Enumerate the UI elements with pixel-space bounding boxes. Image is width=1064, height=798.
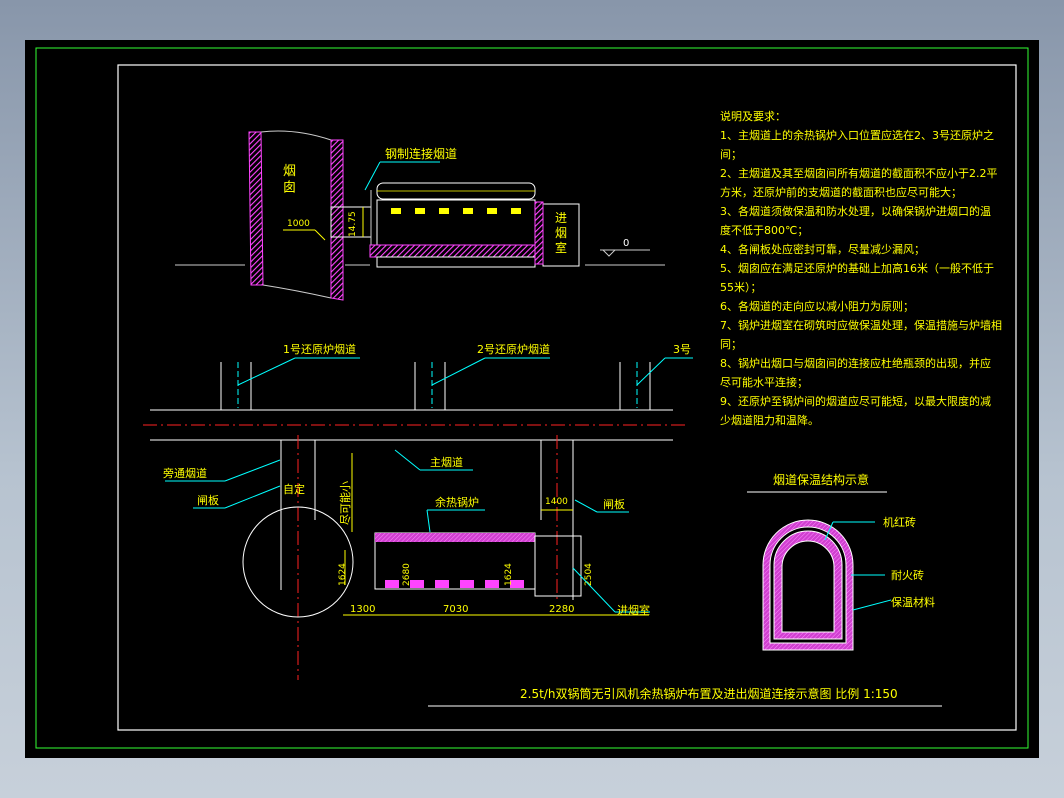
note-line: 9、还原炉至锅炉间的烟道应尽可能短，以最大限度的减 (720, 394, 991, 408)
height-dim: 14.75 (348, 211, 358, 237)
drawing-canvas: 烟囱 进烟室 14.75 1000 钢制连接烟道 0 尽可能小 1624 268… (35, 47, 1029, 749)
note-line: 55米）； (720, 281, 762, 294)
note-line: 8、锅炉出烟口与烟囱间的连接应杜绝瓶颈的出现，并应 (720, 356, 991, 370)
dim-7030: 7030 (443, 604, 468, 615)
flue1-label: 1号还原炉烟道 (283, 342, 356, 356)
cad-viewport[interactable]: 烟囱 进烟室 14.75 1000 钢制连接烟道 0 尽可能小 1624 268… (25, 40, 1039, 758)
bypass-flue-label: 旁通烟道 (163, 466, 207, 480)
note-line: 方米，还原炉前的支烟道的截面积也应尽可能大； (720, 185, 962, 199)
dim-2280: 2280 (549, 604, 574, 615)
elevation-view: 烟囱 进烟室 14.75 1000 钢制连接烟道 0 (175, 130, 665, 301)
dim-1000: 1000 (287, 219, 310, 229)
plan-view: 尽可能小 1624 2680 1624 2504 1400 1300 7030 … (143, 342, 693, 680)
flue2-label: 2号还原炉烟道 (477, 342, 550, 356)
note-line: 间； (720, 148, 742, 161)
note-line: 1、主烟道上的余热锅炉入口位置应选在2、3号还原炉之 (720, 128, 994, 142)
main-flue-label: 主烟道 (430, 455, 463, 469)
note-line: 2、主烟道及其至烟囱间所有烟道的截面积不应小于2.2平 (720, 166, 998, 180)
note-line: 3、各烟道须做保温和防水处理，以确保锅炉进烟口的温 (720, 204, 991, 218)
flue3-label: 3号 (673, 343, 691, 356)
furnace-room-label: 进烟室 (555, 211, 567, 255)
boiler-label: 余热锅炉 (435, 495, 479, 509)
damper-right-label: 闸板 (603, 497, 625, 511)
note-line: 5、烟囱应在满足还原炉的基础上加高16米（一般不低于 (720, 261, 994, 275)
dim-1300: 1300 (350, 604, 375, 615)
note-line: 尽可能水平连接； (720, 375, 808, 389)
notes: 说明及要求： 1、主烟道上的余热锅炉入口位置应选在2、3号还原炉之 间； 2、主… (720, 109, 1002, 427)
insulation-detail: 烟道保温结构示意 机红砖 耐火砖 保温材料 (747, 472, 935, 651)
dim-2504: 2504 (584, 563, 594, 586)
elevation-zero: 0 (623, 238, 629, 249)
damper-left-label: 闸板 (197, 493, 219, 507)
note-line: 4、各闸板处应密封可靠，尽量减少漏风； (720, 242, 925, 256)
connection-flue-label: 钢制连接烟道 (385, 146, 457, 161)
notes-heading: 说明及要求： (720, 109, 786, 123)
insulation-title: 烟道保温结构示意 (773, 472, 869, 487)
note-line: 度不低于800℃； (720, 223, 808, 237)
chimney-label: 烟囱 (283, 164, 296, 195)
note-line: 6、各烟道的走向应以减小阻力为原则； (720, 299, 914, 313)
layer3-label: 保温材料 (891, 595, 935, 609)
dim-1624a: 1624 (338, 563, 348, 586)
note-line: 7、锅炉进烟室在砌筑时应做保温处理，保温措施与炉墙相 (720, 318, 1002, 332)
dim-2680: 2680 (402, 563, 412, 586)
intake-room-label: 进烟室 (617, 603, 650, 617)
fixed-label: 自定 (283, 482, 305, 496)
layer1-label: 机红砖 (883, 515, 916, 529)
layer2-label: 耐火砖 (891, 568, 924, 582)
note-line: 少烟道阻力和温降。 (720, 413, 819, 427)
drawing-title: 2.5t/h双锅筒无引风机余热锅炉布置及进出烟道连接示意图 比例 1:150 (520, 686, 898, 701)
note-line: 同； (720, 338, 742, 351)
dim-1400: 1400 (545, 497, 568, 507)
as-possible-label: 尽可能小 (338, 481, 352, 525)
dim-1624b: 1624 (504, 563, 514, 586)
